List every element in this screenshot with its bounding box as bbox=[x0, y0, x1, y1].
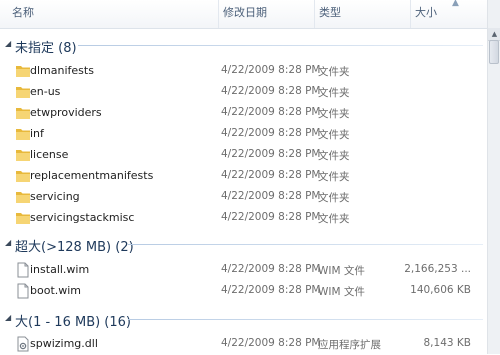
item-type: 文件夹 bbox=[318, 150, 350, 162]
item-name: inf bbox=[30, 127, 44, 140]
group-header[interactable]: ◢ 超大(>128 MB) (2) bbox=[0, 233, 487, 255]
folder-icon bbox=[16, 87, 30, 98]
item-date: 4/22/2009 8:28 PM bbox=[221, 284, 321, 296]
item-name: etwproviders bbox=[30, 106, 102, 119]
column-header-name[interactable]: 名称 bbox=[8, 0, 218, 28]
list-item[interactable]: etwproviders 4/22/2009 8:28 PM 文件夹 bbox=[0, 103, 487, 124]
item-name: spwizimg.dll bbox=[30, 337, 98, 350]
list-item[interactable]: servicingstackmisc 4/22/2009 8:28 PM 文件夹 bbox=[0, 208, 487, 229]
item-name: license bbox=[30, 148, 69, 161]
group-title: 大(1 - 16 MB) (16) bbox=[15, 315, 131, 330]
item-name: dlmanifests bbox=[30, 64, 94, 77]
item-name: en-us bbox=[30, 85, 61, 98]
group-divider bbox=[78, 45, 483, 46]
group-title: 未指定 (8) bbox=[15, 41, 77, 56]
item-date: 4/22/2009 8:28 PM bbox=[221, 169, 321, 181]
item-date: 4/22/2009 8:28 PM bbox=[221, 127, 321, 139]
item-type: WIM 文件 bbox=[318, 265, 365, 277]
item-name: replacementmanifests bbox=[30, 169, 154, 182]
folder-icon bbox=[16, 192, 30, 203]
item-type: WIM 文件 bbox=[318, 286, 365, 298]
list-item[interactable]: boot.wim 4/22/2009 8:28 PM WIM 文件 140,60… bbox=[0, 281, 487, 302]
vertical-scrollbar[interactable]: ▲ bbox=[487, 0, 500, 354]
group-header[interactable]: ◢ 大(1 - 16 MB) (16) bbox=[0, 308, 487, 330]
item-type: 文件夹 bbox=[318, 129, 350, 141]
item-name: install.wim bbox=[30, 263, 90, 276]
column-header-date[interactable]: 修改日期 bbox=[218, 0, 314, 28]
file-icon bbox=[17, 262, 29, 278]
item-date: 4/22/2009 8:28 PM bbox=[221, 85, 321, 97]
list-item[interactable]: servicing 4/22/2009 8:28 PM 文件夹 bbox=[0, 187, 487, 208]
list-item[interactable]: inf 4/22/2009 8:28 PM 文件夹 bbox=[0, 124, 487, 145]
list-item[interactable]: install.wim 4/22/2009 8:28 PM WIM 文件 2,1… bbox=[0, 260, 487, 281]
item-date: 4/22/2009 8:28 PM bbox=[221, 148, 321, 160]
list-item[interactable]: dlmanifests 4/22/2009 8:28 PM 文件夹 bbox=[0, 61, 487, 82]
sort-arrow-icon: ▲ bbox=[452, 0, 459, 8]
folder-icon bbox=[16, 213, 30, 224]
item-size: 140,606 KB bbox=[410, 284, 471, 296]
item-name: servicing bbox=[30, 190, 80, 203]
item-type: 文件夹 bbox=[318, 171, 350, 183]
item-type: 文件夹 bbox=[318, 87, 350, 99]
list-item[interactable]: license 4/22/2009 8:28 PM 文件夹 bbox=[0, 145, 487, 166]
folder-icon bbox=[16, 108, 30, 119]
scroll-thumb[interactable] bbox=[489, 40, 499, 64]
item-date: 4/22/2009 8:28 PM bbox=[221, 64, 321, 76]
collapse-chevron-icon[interactable]: ◢ bbox=[5, 238, 11, 247]
column-header-type[interactable]: 类型 bbox=[314, 0, 410, 28]
column-header-bar: 名称 修改日期 类型 大小 ▲ bbox=[0, 0, 487, 29]
group-divider bbox=[128, 244, 483, 245]
file-icon bbox=[17, 283, 29, 299]
item-name: boot.wim bbox=[30, 284, 82, 297]
folder-icon bbox=[16, 150, 30, 161]
collapse-chevron-icon[interactable]: ◢ bbox=[5, 39, 11, 48]
group-header[interactable]: ◢ 未指定 (8) bbox=[0, 34, 487, 56]
column-header-size[interactable]: 大小 bbox=[410, 0, 487, 28]
item-type: 应用程序扩展 bbox=[318, 339, 381, 351]
item-name: servicingstackmisc bbox=[30, 211, 135, 224]
list-item[interactable]: en-us 4/22/2009 8:28 PM 文件夹 bbox=[0, 82, 487, 103]
folder-icon bbox=[16, 129, 30, 140]
folder-icon bbox=[16, 171, 30, 182]
item-date: 4/22/2009 8:28 PM bbox=[221, 190, 321, 202]
item-type: 文件夹 bbox=[318, 213, 350, 225]
item-date: 4/22/2009 8:28 PM bbox=[221, 106, 321, 118]
list-item[interactable]: spwizimg.dll 4/22/2009 8:28 PM 应用程序扩展 8,… bbox=[0, 334, 487, 355]
group-divider bbox=[128, 319, 483, 320]
item-date: 4/22/2009 8:28 PM bbox=[221, 211, 321, 223]
folder-icon bbox=[16, 66, 30, 77]
item-type: 文件夹 bbox=[318, 192, 350, 204]
item-size: 8,143 KB bbox=[423, 337, 472, 349]
group-title: 超大(>128 MB) (2) bbox=[15, 240, 134, 255]
list-item[interactable]: replacementmanifests 4/22/2009 8:28 PM 文… bbox=[0, 166, 487, 187]
collapse-chevron-icon[interactable]: ◢ bbox=[5, 313, 11, 322]
item-size: 2,166,253 ... bbox=[404, 263, 471, 275]
item-date: 4/22/2009 8:28 PM bbox=[221, 263, 321, 275]
item-date: 4/22/2009 8:28 PM bbox=[221, 337, 321, 349]
item-type: 文件夹 bbox=[318, 66, 350, 78]
dll-file-icon bbox=[17, 336, 29, 352]
item-type: 文件夹 bbox=[318, 108, 350, 120]
